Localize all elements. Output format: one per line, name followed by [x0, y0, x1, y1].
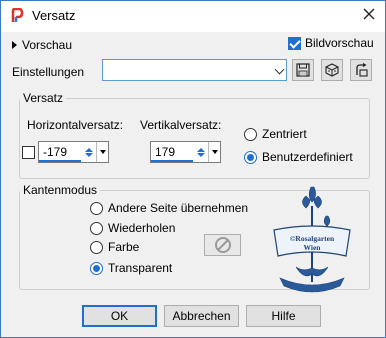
ok-button[interactable]: OK: [82, 305, 157, 327]
edge-option-wrap-dot[interactable]: [90, 201, 103, 215]
edge-option-wrap[interactable]: Andere Seite übernehmen: [90, 201, 248, 215]
save-preset-button[interactable]: [292, 59, 314, 81]
radio-centered-dot[interactable]: [244, 127, 257, 141]
watermark-line-2: Wien: [303, 243, 321, 252]
reset-button[interactable]: [321, 59, 343, 81]
preview-toggle[interactable]: Vorschau: [12, 38, 72, 52]
horizontal-offset-label: Horizontalversatz:: [27, 118, 124, 132]
delete-preset-icon: [356, 63, 368, 77]
edge-option-color[interactable]: Farbe: [90, 240, 139, 254]
close-icon: [363, 8, 375, 20]
edge-mode-group-label: Kantenmodus: [23, 183, 98, 197]
radio-centered[interactable]: Zentriert: [244, 127, 307, 141]
edge-option-color-label: Farbe: [108, 240, 140, 254]
vertical-spinner[interactable]: [193, 142, 208, 162]
no-color-icon: [214, 237, 231, 253]
settings-combo[interactable]: [102, 59, 287, 81]
image-preview-checkbox[interactable]: Bildvorschau: [288, 36, 374, 50]
window-title: Versatz: [32, 8, 76, 23]
chevron-down-icon: [274, 64, 285, 75]
expand-triangle-icon: [12, 41, 17, 49]
edge-color-swatch[interactable]: [204, 234, 241, 256]
edge-option-transparent-label: Transparent: [108, 261, 173, 275]
app-icon: [9, 7, 25, 24]
reset-icon: [325, 63, 339, 77]
radio-custom[interactable]: Benutzerdefiniert: [244, 150, 353, 164]
settings-label: Einstellungen: [12, 65, 85, 79]
vertical-offset-label: Vertikalversatz:: [140, 118, 222, 132]
dropdown-arrow-icon: [211, 150, 218, 154]
horizontal-dropdown[interactable]: [96, 142, 108, 162]
spin-up-icon[interactable]: [84, 147, 93, 152]
vertical-dropdown[interactable]: [208, 142, 220, 162]
offset-group: Versatz: [19, 91, 370, 179]
image-preview-check[interactable]: [288, 36, 301, 50]
horizontal-offset-value[interactable]: -179: [39, 142, 81, 162]
edge-option-color-dot[interactable]: [90, 240, 103, 254]
save-preset-icon: [296, 63, 310, 77]
preview-toggle-label: Vorschau: [22, 38, 73, 52]
dropdown-arrow-icon: [99, 150, 106, 154]
spin-down-icon[interactable]: [196, 152, 205, 157]
link-offsets-checkbox[interactable]: [22, 146, 35, 159]
cancel-button[interactable]: Abbrechen: [164, 305, 239, 327]
offset-group-label: Versatz: [23, 91, 64, 105]
spin-down-icon[interactable]: [84, 152, 93, 157]
edge-option-wrap-label: Andere Seite übernehmen: [108, 201, 249, 215]
close-button[interactable]: [357, 3, 381, 26]
radio-custom-label: Benutzerdefiniert: [262, 150, 353, 164]
watermark-line-1: ©Rosalgarten: [289, 234, 335, 243]
edge-option-repeat-label: Wiederholen: [108, 221, 176, 235]
watermark-logo: ©Rosalgarten Wien: [266, 182, 358, 298]
horizontal-spinner[interactable]: [81, 142, 96, 162]
vertical-offset-field[interactable]: 179: [150, 141, 221, 163]
radio-custom-dot[interactable]: [244, 150, 257, 164]
vertical-offset-value[interactable]: 179: [151, 142, 193, 162]
edge-option-repeat[interactable]: Wiederholen: [90, 221, 175, 235]
horizontal-offset-field[interactable]: -179: [38, 141, 109, 163]
edge-option-transparent[interactable]: Transparent: [90, 261, 172, 275]
delete-preset-button[interactable]: [350, 59, 372, 81]
radio-centered-label: Zentriert: [262, 127, 307, 141]
spin-up-icon[interactable]: [196, 147, 205, 152]
edge-option-repeat-dot[interactable]: [90, 221, 103, 235]
image-preview-label: Bildvorschau: [305, 36, 374, 50]
help-button[interactable]: Hilfe: [246, 305, 321, 327]
edge-option-transparent-dot[interactable]: [90, 261, 103, 275]
